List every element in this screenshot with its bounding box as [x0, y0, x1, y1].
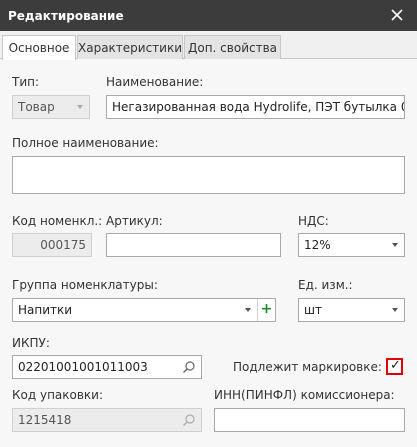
chevron-down-icon: [77, 105, 83, 109]
chevron-down-icon: [245, 308, 251, 312]
marking-label: Подлежит маркировке:: [233, 360, 382, 374]
group-value: Напитки: [18, 303, 73, 317]
tab-characteristics-label: Характеристики: [78, 41, 183, 55]
ikpu-value: 02201001001011003: [18, 360, 148, 374]
tab-characteristics[interactable]: Характеристики: [77, 35, 183, 59]
chevron-down-icon: [392, 243, 398, 247]
tab-main[interactable]: Основное: [2, 35, 76, 60]
tab-extra-properties-label: Доп. свойства: [187, 41, 277, 55]
name-input[interactable]: Негазированная вода Hydrolife, ПЭТ бутыл…: [106, 95, 405, 119]
package-code-field: 1215418: [12, 408, 202, 432]
commissioner-inn-label: ИНН(ПИНФЛ) комиссионера:: [214, 388, 395, 402]
type-select: Товар: [12, 95, 90, 119]
full-name-label: Полное наименование:: [12, 136, 159, 150]
check-icon: ✓: [390, 358, 401, 373]
type-label: Тип:: [12, 75, 40, 89]
unit-label: Ед. изм.:: [298, 278, 353, 292]
window-title: Редактирование: [8, 9, 124, 23]
nomenclature-code-label: Код номенкл.:: [12, 214, 103, 228]
commissioner-inn-input[interactable]: [214, 408, 405, 432]
tab-main-label: Основное: [8, 41, 70, 55]
package-code-label: Код упаковки:: [12, 388, 104, 402]
type-value: Товар: [18, 100, 55, 114]
article-input[interactable]: [106, 233, 281, 257]
search-icon[interactable]: [182, 360, 196, 374]
vat-label: НДС:: [298, 214, 329, 228]
add-group-button[interactable]: +: [257, 299, 275, 321]
article-label: Артикул:: [106, 214, 163, 228]
name-label: Наименование:: [106, 75, 204, 89]
unit-value: шт: [304, 303, 322, 317]
tab-bar: Основное Характеристики Доп. свойства: [0, 31, 417, 60]
title-bar: Редактирование: [0, 0, 417, 31]
ikpu-label: ИКПУ:: [12, 336, 50, 350]
chevron-down-icon: [392, 308, 398, 312]
ikpu-input[interactable]: 02201001001011003: [12, 355, 202, 379]
name-value: Негазированная вода Hydrolife, ПЭТ бутыл…: [112, 100, 405, 114]
nomenclature-code-field: 000175: [12, 233, 92, 257]
search-icon: [183, 414, 195, 426]
vat-value: 12%: [304, 238, 331, 252]
full-name-textarea[interactable]: [12, 156, 405, 194]
package-code-value: 1215418: [18, 413, 72, 427]
unit-select[interactable]: шт: [298, 298, 405, 322]
group-select[interactable]: Напитки +: [12, 298, 276, 322]
group-label: Группа номенклатуры:: [12, 278, 158, 292]
marking-checkbox[interactable]: ✓: [386, 358, 403, 375]
close-icon[interactable]: [388, 6, 406, 24]
vat-select[interactable]: 12%: [298, 233, 405, 257]
tab-extra-properties[interactable]: Доп. свойства: [184, 35, 281, 59]
nomenclature-code-value: 000175: [40, 238, 86, 252]
